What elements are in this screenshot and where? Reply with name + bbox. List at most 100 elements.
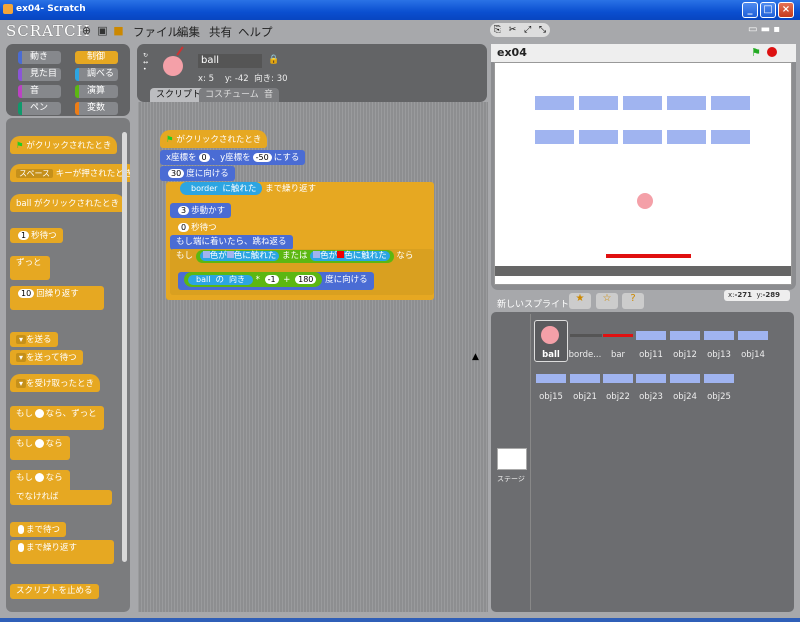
- script-area[interactable]: ⚑ がクリックされたとき x座標を 0 、y座標を -50 にする 30 度に向ける bo…: [138, 102, 488, 612]
- stage-size-icons[interactable]: ▭ ▬ ▪: [748, 24, 780, 35]
- menu-edit[interactable]: 編集: [177, 24, 200, 40]
- steps-input[interactable]: 3: [178, 206, 190, 215]
- maximize-button[interactable]: □: [760, 2, 776, 18]
- key-dropdown[interactable]: スペース: [16, 169, 54, 178]
- category-variables[interactable]: 変数: [75, 102, 118, 115]
- color-swatch-blue[interactable]: [202, 251, 210, 258]
- script-bounce[interactable]: もし端に着いたら、跳ね返る: [170, 235, 293, 250]
- window-title: ex04- Scratch: [16, 4, 86, 14]
- random-sprite-button[interactable]: ?: [622, 293, 644, 309]
- menu-help[interactable]: ヘルプ: [238, 24, 273, 40]
- ball-sprite[interactable]: [637, 193, 653, 209]
- palette-stop-script[interactable]: スクリプトを止める: [10, 584, 99, 599]
- message-dropdown[interactable]: ▾: [16, 379, 27, 388]
- tab-costumes[interactable]: コスチューム: [199, 88, 265, 102]
- category-sensing[interactable]: 調べる: [75, 68, 118, 81]
- menu-file[interactable]: ファイル: [133, 24, 179, 40]
- label: 色が: [320, 251, 338, 261]
- direction-input[interactable]: 30: [168, 169, 185, 178]
- menu-share[interactable]: 共有: [209, 24, 232, 40]
- lock-icon[interactable]: 🔒: [268, 55, 279, 65]
- sprite-label-obj12[interactable]: obj12: [668, 350, 702, 360]
- sprite-label-obj15[interactable]: obj15: [534, 392, 568, 402]
- palette-when-receive[interactable]: ▾ を受け取ったとき: [10, 374, 101, 392]
- stop-icon[interactable]: [767, 47, 777, 57]
- condition-slot[interactable]: [18, 543, 24, 552]
- sprite-label-obj24[interactable]: obj24: [668, 392, 702, 402]
- wait-input[interactable]: 1: [18, 231, 30, 240]
- condition-slot[interactable]: [35, 409, 44, 418]
- save-icon[interactable]: ▣: [96, 24, 109, 37]
- sprite-label-obj14[interactable]: obj14: [736, 350, 770, 360]
- palette-broadcast-wait[interactable]: ▾ を送って待つ: [10, 350, 83, 365]
- category-control[interactable]: 制御: [75, 51, 118, 64]
- palette-when-clicked[interactable]: ball がクリックされたとき: [10, 194, 126, 212]
- tab-sounds[interactable]: 音: [258, 88, 280, 102]
- condition-slot[interactable]: [35, 439, 44, 448]
- green-flag-icon[interactable]: ⚑: [751, 46, 761, 59]
- minimize-button[interactable]: _: [742, 2, 758, 18]
- stage-canvas[interactable]: [494, 62, 792, 285]
- palette-scrollbar[interactable]: [122, 132, 127, 562]
- x-input[interactable]: 0: [198, 153, 210, 162]
- palette-if[interactable]: もし なら: [10, 436, 70, 460]
- category-sound[interactable]: 音: [18, 85, 61, 98]
- sprite-label-obj25[interactable]: obj25: [702, 392, 736, 402]
- duplicate-icon[interactable]: ⎘: [494, 23, 501, 37]
- globe-icon[interactable]: ⊕: [80, 24, 93, 37]
- script-goto-xy[interactable]: x座標を 0 、y座標を -50 にする: [160, 150, 306, 165]
- message-dropdown[interactable]: ▾: [16, 335, 27, 344]
- shrink-icon[interactable]: ⤡: [539, 23, 546, 37]
- close-button[interactable]: ×: [778, 2, 794, 18]
- sprite-label-obj22[interactable]: obj22: [601, 392, 635, 402]
- share-icon[interactable]: ■: [112, 24, 125, 37]
- condition-slot[interactable]: [35, 473, 44, 482]
- touching-dropdown[interactable]: border: [188, 184, 221, 193]
- sprite-label-obj21[interactable]: obj21: [568, 392, 602, 402]
- delete-icon[interactable]: ✂: [509, 23, 517, 37]
- direction-value: 30: [276, 74, 288, 84]
- sprite-dropdown[interactable]: ball: [193, 275, 214, 284]
- palette-broadcast[interactable]: ▾ を送る: [10, 332, 58, 347]
- script-wait[interactable]: 0 秒待つ: [170, 220, 223, 235]
- sprite-label-obj13[interactable]: obj13: [702, 350, 736, 360]
- condition-slot[interactable]: [18, 525, 24, 534]
- rotation-style-icons[interactable]: ↻ ↔ •: [143, 52, 150, 74]
- factor-input[interactable]: -1: [264, 275, 279, 284]
- paint-sprite-button[interactable]: ★: [569, 293, 591, 309]
- y-input[interactable]: -50: [252, 153, 272, 162]
- palette-wait-until[interactable]: まで待つ: [10, 522, 67, 537]
- palette-wait[interactable]: 1 秒待つ: [10, 228, 63, 243]
- repeat-input[interactable]: 10: [18, 289, 35, 298]
- sprite-name-field[interactable]: ball: [198, 54, 262, 68]
- sprite-label-obj23[interactable]: obj23: [634, 392, 668, 402]
- script-point-direction[interactable]: 30 度に向ける: [160, 166, 235, 181]
- sprite-label-border[interactable]: borde...: [568, 350, 602, 360]
- paddle-bar[interactable]: [606, 254, 691, 258]
- wait-input[interactable]: 0: [178, 223, 190, 232]
- attribute-dropdown[interactable]: 向き: [225, 275, 248, 284]
- palette-when-flag[interactable]: ⚑ がクリックされたとき: [10, 136, 118, 154]
- category-operators[interactable]: 演算: [75, 85, 118, 98]
- palette-forever-if[interactable]: もし なら、ずっと: [10, 406, 104, 430]
- grow-icon[interactable]: ⤢: [524, 23, 531, 37]
- stage-thumbnail[interactable]: [497, 448, 527, 470]
- script-point-direction-2[interactable]: ball の向き * -1 + 180 度に向ける: [178, 272, 374, 290]
- message-dropdown[interactable]: ▾: [16, 353, 27, 362]
- category-looks[interactable]: 見た目: [18, 68, 61, 81]
- script-when-flag[interactable]: ⚑ がクリックされたとき: [160, 130, 268, 148]
- category-pen[interactable]: ペン: [18, 102, 61, 115]
- category-motion[interactable]: 動き: [18, 51, 61, 64]
- palette-forever[interactable]: ずっと: [10, 256, 50, 280]
- choose-sprite-button[interactable]: ☆: [596, 293, 618, 309]
- script-move[interactable]: 3 歩動かす: [170, 203, 232, 218]
- palette-repeat[interactable]: 10 回繰り返す: [10, 286, 104, 310]
- add-input[interactable]: 180: [295, 275, 317, 284]
- color-swatch-blue[interactable]: [226, 251, 234, 258]
- sprite-label-bar[interactable]: bar: [601, 350, 635, 360]
- palette-when-key[interactable]: スペース キーが押されたとき: [10, 164, 130, 182]
- brick: [711, 96, 750, 110]
- sprite-label-obj11[interactable]: obj11: [634, 350, 668, 360]
- sprite-label-ball[interactable]: ball: [534, 350, 568, 360]
- palette-repeat-until[interactable]: まで繰り返す: [10, 540, 114, 564]
